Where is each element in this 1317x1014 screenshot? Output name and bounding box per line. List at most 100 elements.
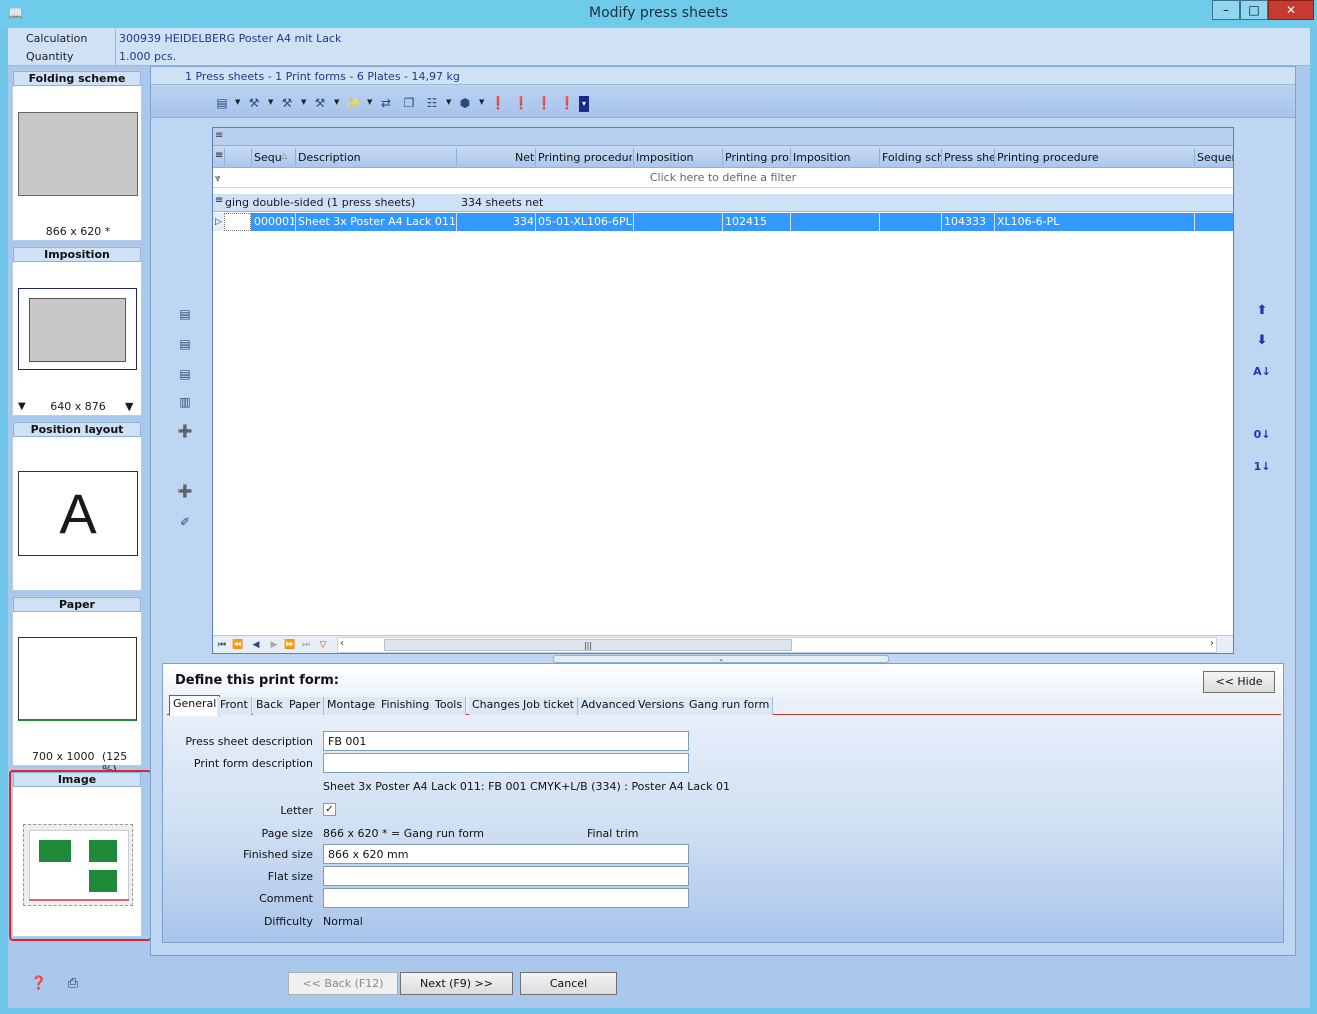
sheet-2-icon[interactable]: ▤ (177, 337, 193, 353)
minimize-button[interactable]: – (1212, 0, 1240, 20)
package-icon[interactable]: ⬢ (457, 95, 473, 111)
print-icon[interactable]: ⎙ (64, 976, 82, 994)
col-sequence-2[interactable]: Sequen (1197, 151, 1233, 164)
col-printing-procedure-2[interactable]: Printing procedure (997, 151, 1192, 164)
panel-splitter[interactable]: ⌄ (553, 655, 889, 663)
flat-size-input[interactable] (323, 866, 689, 886)
tools-3-icon[interactable]: ⚒ (312, 95, 328, 111)
move-down-icon[interactable]: ⬇ (1253, 333, 1271, 351)
grid-menu-icon[interactable]: ≡ (215, 130, 223, 141)
maximize-button[interactable]: □ (1240, 0, 1268, 20)
tab-advanced[interactable]: Advanced (578, 697, 640, 715)
sort-01-icon[interactable]: 0↓ (1253, 428, 1271, 446)
col-printing-proce[interactable]: Printing proce (725, 151, 789, 164)
tools-2-icon[interactable]: ⚒ (279, 95, 295, 111)
col-printing-procedure-1[interactable]: Printing procedure I (538, 151, 632, 164)
letter-checkbox[interactable]: ✓ (323, 803, 336, 816)
sort-12-icon[interactable]: 1↓ (1253, 460, 1271, 478)
imposition-thumbnail[interactable] (18, 288, 137, 370)
split-2-icon[interactable]: ➕ (177, 484, 193, 500)
prev-record-icon[interactable]: ◀ (249, 638, 263, 652)
grid-group-row[interactable]: ≡ ging double-sided (1 press sheets) 334… (213, 194, 1233, 212)
col-folding-scheme[interactable]: Folding sche (882, 151, 942, 164)
comment-input[interactable] (323, 888, 689, 908)
press-sheet-description-label: Press sheet description (185, 735, 313, 748)
help-icon[interactable]: ❓ (30, 976, 48, 994)
filter-icon[interactable]: ⩔ (215, 169, 221, 189)
tab-gang-run-form[interactable]: Gang run form (686, 697, 774, 715)
horizontal-scrollbar[interactable]: ‹ ||| › (337, 637, 1217, 653)
table-row[interactable]: ▷ 000001 Sheet 3x Poster A4 Lack 011: Fl… (213, 213, 1233, 231)
hide-button[interactable]: << Hide (1203, 671, 1275, 693)
folding-scheme-panel[interactable]: Folding scheme 866 x 620 * (12, 70, 142, 241)
next-record-icon[interactable]: ▶ (267, 638, 281, 652)
tab-finishing[interactable]: Finishing (378, 697, 434, 715)
nav-filter-icon[interactable]: ▽ (316, 638, 330, 652)
print-form-description-label: Print form description (193, 757, 313, 770)
press-sheet-description-input[interactable]: FB 001 (323, 731, 689, 751)
tab-montage[interactable]: Montage (324, 697, 379, 715)
quantity-value: 1.000 pcs. (119, 50, 177, 63)
sheet-stack-icon[interactable]: ▥ (177, 395, 193, 411)
toolbar-overflow-icon[interactable]: ▾ (579, 96, 589, 112)
scroll-right-icon[interactable]: › (1210, 638, 1214, 649)
imposition-dropdown-icon[interactable]: ▼ (125, 400, 133, 413)
tab-versions[interactable]: Versions (635, 697, 689, 715)
tab-back[interactable]: Back (253, 697, 287, 715)
grid-filter-row[interactable]: ⩔ Click here to define a filter (213, 168, 1233, 188)
cell-printing-proce: 102415 (725, 215, 767, 228)
tab-front[interactable]: Front (217, 697, 252, 715)
col-imposition-1[interactable]: Imposition (636, 151, 720, 164)
col-net[interactable]: Net (515, 151, 535, 164)
paper-panel[interactable]: Paper 700 x 1000 (125 %) (12, 596, 142, 776)
folding-scheme-thumbnail[interactable] (18, 112, 138, 196)
back-button[interactable]: << Back (F12) (288, 972, 398, 995)
note-2-icon[interactable]: ❗ (513, 95, 529, 111)
grid-group-bar[interactable]: ≡ (213, 128, 1233, 146)
tab-general[interactable]: General (169, 695, 221, 716)
hierarchy-icon[interactable]: ☷ (424, 95, 440, 111)
sheet-3-icon[interactable]: ▤ (177, 367, 193, 383)
col-press-sheet[interactable]: Press shee (944, 151, 994, 164)
position-layout-panel[interactable]: Position layout A (12, 421, 142, 591)
finished-size-input[interactable]: 866 x 620 mm (323, 844, 689, 864)
last-record-icon[interactable]: ⏭ (299, 638, 313, 652)
sheet-icon[interactable]: ▤ (177, 307, 193, 323)
tools-icon[interactable]: ⚒ (246, 95, 262, 111)
prev-page-icon[interactable]: ⏪ (231, 638, 245, 652)
split-icon[interactable]: ➕ (177, 424, 193, 440)
col-imposition-2[interactable]: Imposition (793, 151, 877, 164)
position-layout-thumbnail[interactable]: A (18, 471, 138, 556)
tab-job-ticket[interactable]: Job ticket (520, 697, 578, 715)
print-form-description-input[interactable] (323, 753, 689, 773)
copy-icon[interactable]: ❐ (401, 95, 417, 111)
note-3-icon[interactable]: ❗ (536, 95, 552, 111)
move-up-icon[interactable]: ⬆ (1253, 303, 1271, 321)
close-button[interactable]: ✕ (1268, 0, 1314, 20)
cell-printing-procedure-1: 05-01-XL106-6PL (538, 215, 632, 228)
filter-prompt: Click here to define a filter (649, 171, 797, 184)
note-icon[interactable]: ❗ (490, 95, 506, 111)
add-sheet-icon[interactable]: ▤ (214, 95, 230, 111)
col-description[interactable]: Description (298, 151, 453, 164)
next-page-icon[interactable]: ⏩ (283, 638, 297, 652)
first-record-icon[interactable]: ⏮ (215, 638, 229, 652)
sort-az-icon[interactable]: A↓ (1253, 365, 1271, 383)
scroll-left-icon[interactable]: ‹ (340, 638, 344, 649)
scrollbar-thumb[interactable]: ||| (384, 639, 792, 651)
imposition-panel[interactable]: Imposition ▼ 640 x 876 ▼ (12, 246, 142, 416)
wand-icon[interactable]: ✨ (345, 95, 361, 111)
folding-scheme-size: 866 x 620 * (45, 225, 111, 238)
eraser-icon[interactable]: ✐ (177, 515, 193, 531)
tab-tools[interactable]: Tools (432, 697, 467, 715)
column-chooser-icon[interactable]: ≡ (215, 150, 223, 161)
tab-paper[interactable]: Paper (286, 697, 325, 715)
cancel-button[interactable]: Cancel (520, 972, 617, 995)
position-layout-title: Position layout (13, 422, 141, 437)
tab-changes[interactable]: Changes (469, 697, 524, 715)
note-4-icon[interactable]: ❗ (559, 95, 575, 111)
flat-size-label: Flat size (267, 870, 313, 883)
paper-thumbnail[interactable] (18, 637, 137, 721)
transfer-icon[interactable]: ⇄ (378, 95, 394, 111)
next-button[interactable]: Next (F9) >> (400, 972, 513, 995)
